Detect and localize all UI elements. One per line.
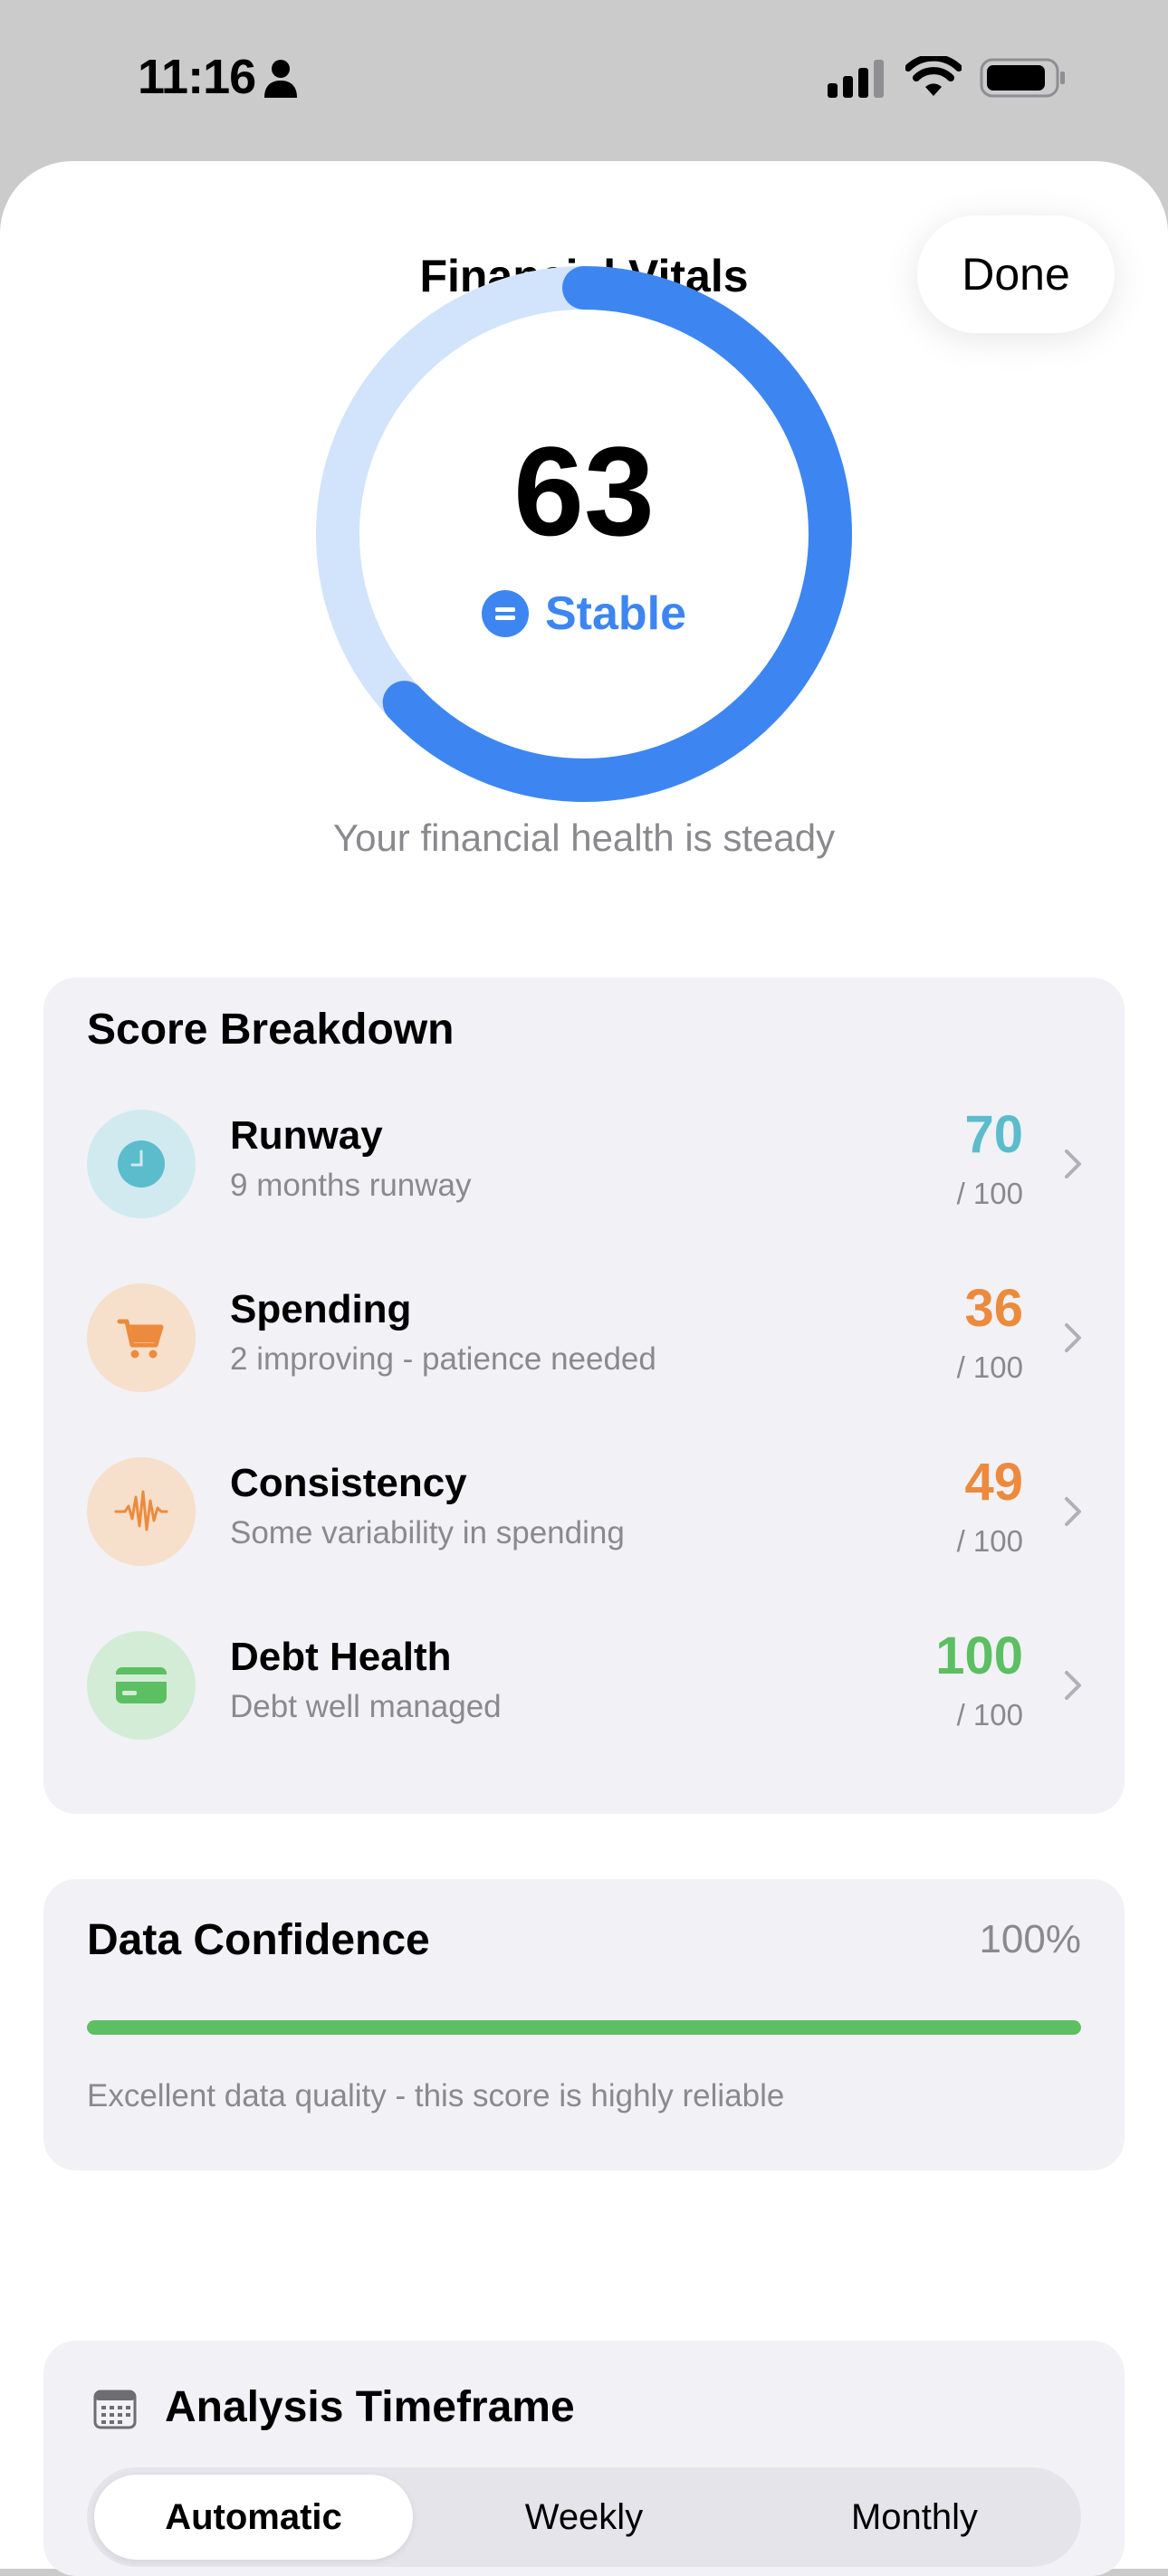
timeframe-segmented-control: Automatic Weekly Monthly — [87, 2467, 1081, 2567]
cellular-signal-icon — [828, 60, 884, 98]
chevron-right-icon — [1065, 1497, 1081, 1526]
row-title: Consistency — [230, 1461, 467, 1505]
done-button[interactable]: Done — [917, 215, 1115, 333]
row-score: 100 — [935, 1627, 1023, 1685]
row-title: Debt Health — [230, 1635, 452, 1679]
row-max-score: / 100 — [956, 1524, 1023, 1558]
score-value: 63 — [513, 420, 655, 562]
row-max-score: / 100 — [956, 1177, 1023, 1210]
row-max-score: / 100 — [956, 1698, 1023, 1732]
row-score: 49 — [964, 1453, 1023, 1512]
row-max-score: / 100 — [956, 1350, 1023, 1384]
row-subtitle: 9 months runway — [230, 1168, 472, 1203]
health-message: Your financial health is steady — [332, 816, 836, 859]
equals-icon — [481, 590, 529, 637]
row-title: Spending — [230, 1287, 412, 1331]
confidence-progress-fill — [87, 2020, 1081, 2035]
segment-monthly[interactable]: Monthly — [755, 2475, 1074, 2560]
analysis-timeframe-card: Analysis Timeframe Automatic Weekly Mont… — [43, 2341, 1125, 2576]
confidence-percent: 100% — [979, 1917, 1081, 1961]
breakdown-row-debt-health[interactable]: Debt Health Debt well managed 100 / 100 — [43, 1617, 1125, 1752]
segment-automatic[interactable]: Automatic — [94, 2475, 413, 2560]
section-heading: Data Confidence — [87, 1916, 430, 1964]
score-breakdown-card: Score Breakdown Runway 9 months runway 7… — [43, 978, 1125, 1814]
calendar-icon — [93, 2390, 137, 2429]
wifi-icon — [905, 56, 962, 96]
breakdown-row-runway[interactable]: Runway 9 months runway 70 / 100 — [43, 1095, 1125, 1231]
section-heading: Analysis Timeframe — [165, 2383, 575, 2431]
row-icon-badge — [87, 1631, 196, 1740]
row-icon-badge — [87, 1283, 196, 1392]
chevron-right-icon — [1065, 1323, 1081, 1352]
cart-icon — [117, 1319, 164, 1359]
row-icon-badge — [87, 1457, 196, 1566]
trend-label: Stable — [544, 587, 687, 640]
row-subtitle: Some variability in spending — [230, 1515, 625, 1550]
clock-icon — [118, 1140, 165, 1188]
section-heading: Score Breakdown — [87, 1006, 455, 1054]
trend-indicator: Stable — [312, 587, 856, 641]
data-confidence-card: Data Confidence 100% Excellent data qual… — [43, 1879, 1125, 2171]
confidence-note: Excellent data quality - this score is h… — [87, 2078, 785, 2113]
breakdown-row-consistency[interactable]: Consistency Some variability in spending… — [43, 1443, 1125, 1579]
waveform-icon — [114, 1490, 168, 1531]
segment-weekly[interactable]: Weekly — [425, 2475, 743, 2560]
credit-card-icon — [116, 1667, 167, 1703]
row-score: 36 — [964, 1279, 1023, 1338]
status-time: 11:16 — [138, 50, 256, 104]
person-icon — [264, 60, 297, 98]
row-title: Runway — [230, 1113, 383, 1158]
row-score: 70 — [964, 1105, 1023, 1164]
row-icon-badge — [87, 1110, 196, 1218]
status-bar: 11:16 — [0, 0, 1168, 161]
chevron-right-icon — [1065, 1150, 1081, 1178]
battery-icon — [980, 58, 1065, 98]
breakdown-row-spending[interactable]: Spending 2 improving - patience needed 3… — [43, 1269, 1125, 1405]
row-subtitle: 2 improving - patience needed — [230, 1341, 656, 1377]
chevron-right-icon — [1065, 1671, 1081, 1700]
confidence-progress-bar — [87, 2020, 1081, 2035]
row-subtitle: Debt well managed — [230, 1689, 502, 1724]
